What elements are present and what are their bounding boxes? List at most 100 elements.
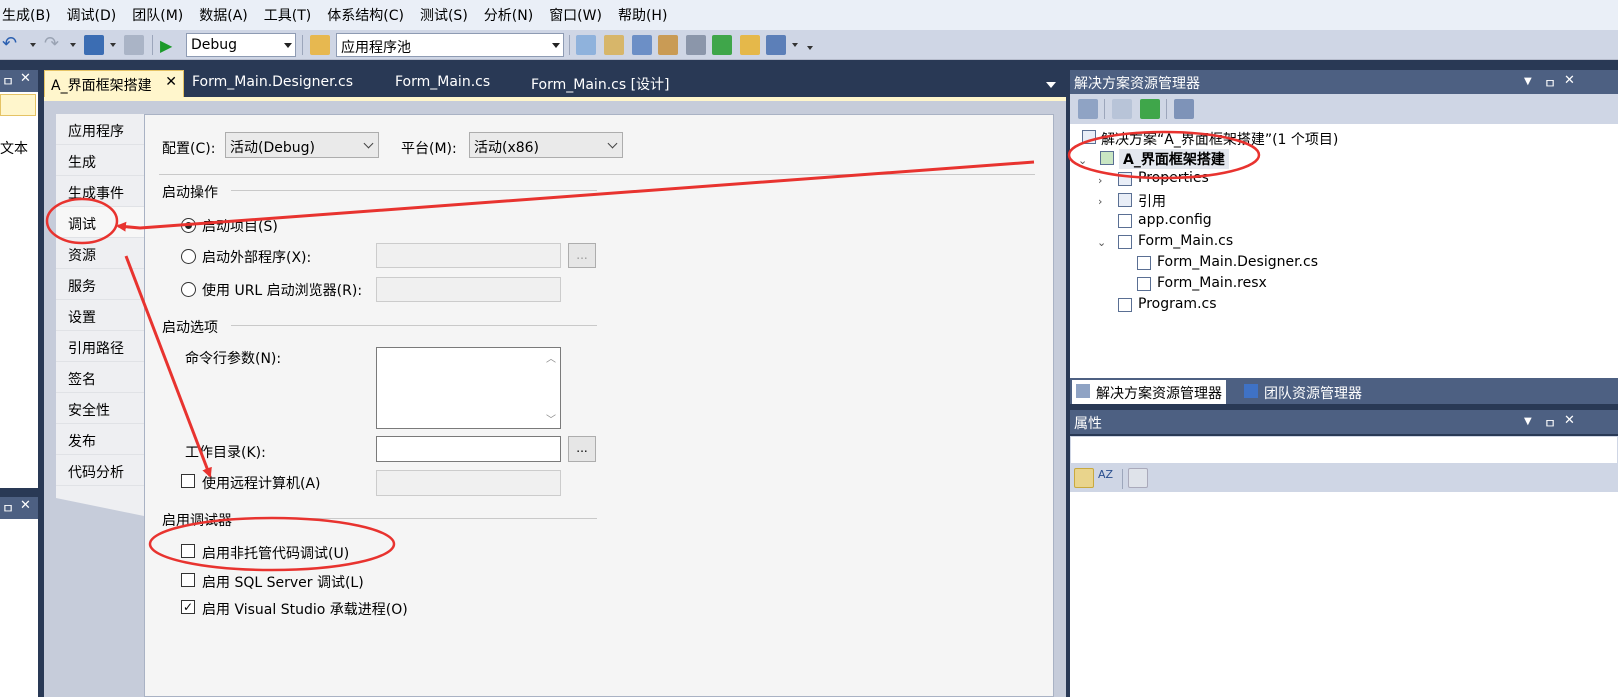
selected-item[interactable] <box>0 94 36 116</box>
undo-icon[interactable]: ↶ <box>2 33 22 54</box>
pin-icon[interactable]: ㅁ <box>2 71 14 90</box>
start-external-radio[interactable] <box>181 249 196 264</box>
tab-form-main-designer[interactable]: Form_Main.Designer.cs <box>186 70 359 97</box>
pane-menu-icon[interactable]: ▼ <box>1524 416 1532 427</box>
nav-security[interactable]: 安全性 <box>56 393 144 424</box>
nav-build-events[interactable]: 生成事件 <box>56 176 144 207</box>
tree-item-references[interactable]: 引用 <box>1138 191 1166 211</box>
nav-publish[interactable]: 发布 <box>56 424 144 455</box>
properties-object-selector[interactable] <box>1070 436 1618 464</box>
solution-node[interactable]: 解决方案“A_界面框架搭建”(1 个项目) <box>1101 129 1338 149</box>
object-browser-icon[interactable] <box>632 35 652 55</box>
pin-icon[interactable]: ㅁ <box>1544 73 1556 92</box>
navigate-icon[interactable] <box>84 35 104 55</box>
tools-icon[interactable] <box>686 35 706 55</box>
scroll-down-icon[interactable]: ﹀ <box>546 411 556 426</box>
window-dropdown-icon[interactable] <box>792 43 798 47</box>
cmd-args-field[interactable]: ︿ ﹀ <box>376 347 561 429</box>
menu-window[interactable]: 窗口(W) <box>541 5 610 25</box>
close-icon[interactable]: ✕ <box>20 71 31 86</box>
tab-project-properties[interactable]: A_界面框架搭建 ✕ <box>44 70 184 97</box>
remote-checkbox[interactable] <box>181 474 195 488</box>
menu-analyze[interactable]: 分析(N) <box>476 5 541 25</box>
sql-debug-checkbox[interactable] <box>181 573 195 587</box>
scroll-up-icon[interactable]: ︿ <box>546 350 556 365</box>
menu-team[interactable]: 团队(M) <box>124 5 191 25</box>
solution-config-combo[interactable]: Debug <box>186 33 296 57</box>
redo-dropdown-icon[interactable] <box>70 43 76 47</box>
close-icon[interactable]: ✕ <box>1564 413 1575 428</box>
extension-icon[interactable] <box>740 35 760 55</box>
tree-item-form-main[interactable]: Form_Main.cs <box>1138 233 1233 249</box>
menu-architecture[interactable]: 体系结构(C) <box>319 5 412 25</box>
nav-resources[interactable]: 资源 <box>56 238 144 269</box>
nav-signing[interactable]: 签名 <box>56 362 144 393</box>
start-url-radio[interactable] <box>181 282 196 297</box>
project-node[interactable]: A_界面框架搭建 <box>1119 149 1229 169</box>
close-icon[interactable]: ✕ <box>20 498 31 513</box>
close-icon[interactable]: ✕ <box>165 74 177 90</box>
tab-solution-explorer[interactable]: 解决方案资源管理器 <box>1072 380 1226 404</box>
toolbar-overflow-icon[interactable] <box>807 46 813 50</box>
expand-icon[interactable]: › <box>1098 195 1102 208</box>
vshost-checkbox[interactable]: ✓ <box>181 600 195 614</box>
close-icon[interactable]: ✕ <box>1564 73 1575 88</box>
export-icon[interactable] <box>712 35 732 55</box>
platform-dropdown[interactable]: 活动(x86) <box>469 132 623 158</box>
tab-form-main-design[interactable]: Form_Main.cs [设计] <box>525 70 676 97</box>
window-icon[interactable] <box>766 35 786 55</box>
tab-form-main[interactable]: Form_Main.cs <box>389 70 496 97</box>
properties-icon[interactable] <box>604 35 624 55</box>
nav-services[interactable]: 服务 <box>56 269 144 300</box>
menu-build[interactable]: 生成(B) <box>0 5 59 25</box>
collapse-icon[interactable]: ⌄ <box>1078 154 1087 167</box>
remote-machine-field[interactable] <box>376 470 561 496</box>
undo-dropdown-icon[interactable] <box>30 43 36 47</box>
work-dir-field[interactable] <box>376 436 561 462</box>
open-folder-icon[interactable] <box>310 35 330 55</box>
toolbox-icon[interactable] <box>658 35 678 55</box>
start-project-radio[interactable] <box>181 218 196 233</box>
nav-code-analysis[interactable]: 代码分析 <box>56 455 144 486</box>
native-debug-checkbox[interactable] <box>181 544 195 558</box>
tree-item-form-main-designer[interactable]: Form_Main.Designer.cs <box>1157 254 1318 270</box>
nav-reference-paths[interactable]: 引用路径 <box>56 331 144 362</box>
menu-data[interactable]: 数据(A) <box>191 5 256 25</box>
menu-debug[interactable]: 调试(D) <box>59 5 125 25</box>
menu-test[interactable]: 测试(S) <box>412 5 476 25</box>
nav-settings[interactable]: 设置 <box>56 300 144 331</box>
properties-icon[interactable] <box>1078 99 1098 119</box>
tree-item-form-main-resx[interactable]: Form_Main.resx <box>1157 275 1267 291</box>
nav-debug[interactable]: 调试 <box>56 207 148 238</box>
tree-item-properties[interactable]: Properties <box>1138 170 1209 186</box>
tab-team-explorer[interactable]: 团队资源管理器 <box>1240 380 1366 404</box>
tab-overflow-icon[interactable] <box>1046 82 1056 88</box>
config-dropdown[interactable]: 活动(Debug) <box>225 132 379 158</box>
pane-menu-icon[interactable]: ▼ <box>1524 76 1532 87</box>
class-diagram-icon[interactable] <box>1174 99 1194 119</box>
nav-build[interactable]: 生成 <box>56 145 144 176</box>
menu-tools[interactable]: 工具(T) <box>256 5 319 25</box>
collapse-icon[interactable]: ⌄ <box>1097 236 1106 249</box>
external-browse-button[interactable]: ... <box>568 243 596 268</box>
find-icon[interactable] <box>124 35 144 55</box>
menu-help[interactable]: 帮助(H) <box>610 5 675 25</box>
search-icon[interactable] <box>576 35 596 55</box>
show-all-files-icon[interactable] <box>1112 99 1132 119</box>
nav-application[interactable]: 应用程序 <box>56 114 144 145</box>
work-dir-browse-button[interactable]: ... <box>568 436 596 462</box>
target-combo[interactable]: 应用程序池 <box>336 33 564 57</box>
pin-icon[interactable]: ㅁ <box>2 498 14 517</box>
start-debug-icon[interactable]: ▶ <box>160 36 180 56</box>
start-url-field[interactable] <box>376 277 561 302</box>
expand-icon[interactable]: › <box>1098 174 1102 187</box>
redo-icon[interactable]: ↷ <box>44 33 64 54</box>
tree-item-program[interactable]: Program.cs <box>1138 296 1217 312</box>
property-pages-icon[interactable] <box>1128 468 1148 488</box>
categorized-icon[interactable] <box>1074 468 1094 488</box>
alphabetical-icon[interactable]: AZ <box>1098 468 1118 488</box>
external-program-field[interactable] <box>376 243 561 268</box>
refresh-icon[interactable] <box>1140 99 1160 119</box>
tree-item-app-config[interactable]: app.config <box>1138 212 1212 228</box>
pin-icon[interactable]: ㅁ <box>1544 413 1556 432</box>
